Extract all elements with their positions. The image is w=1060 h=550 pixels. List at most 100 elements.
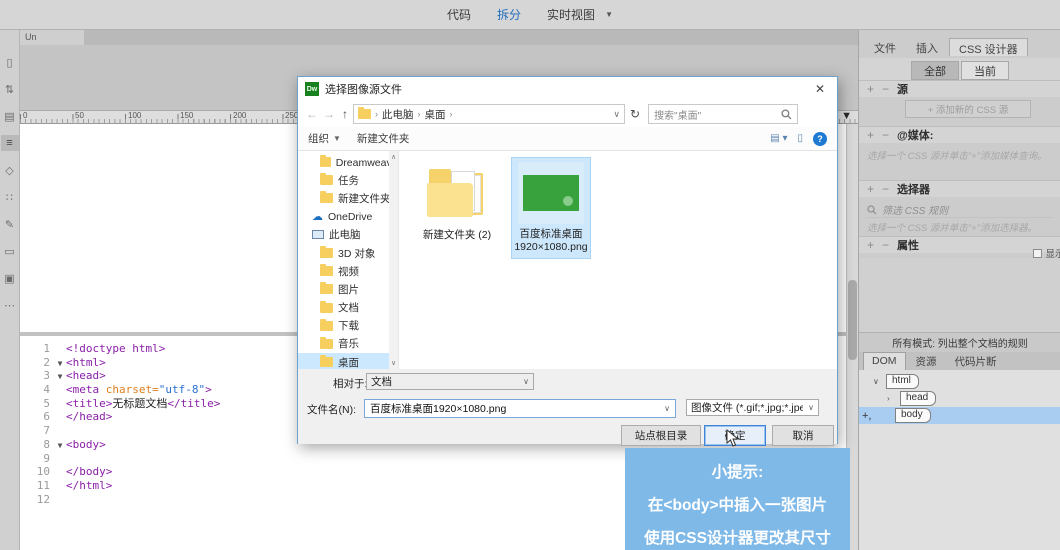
comment-icon[interactable]: ▭: [1, 243, 19, 259]
sidebar-item-documents[interactable]: 文档: [298, 299, 398, 317]
view-options-icon[interactable]: ▤ ▾: [770, 133, 787, 144]
sidebar-item-desktop[interactable]: 桌面: [298, 353, 398, 369]
collapse-icon[interactable]: ›: [887, 394, 895, 403]
file-list-area[interactable]: 新建文件夹 (2) 百度标准桌面 1920×1080.png: [399, 151, 837, 369]
add-css-source-button[interactable]: + 添加新的 CSS 源: [905, 100, 1031, 118]
dom-node-head[interactable]: › head: [859, 390, 1060, 407]
breadcrumb-this-pc[interactable]: 此电脑: [382, 107, 414, 122]
add-media-query-icon[interactable]: ▼: [841, 110, 852, 122]
widget-icon[interactable]: ▣: [1, 270, 19, 286]
breadcrumb[interactable]: › 此电脑 › 桌面 › ∨: [353, 104, 625, 124]
breadcrumb-separator: ›: [450, 109, 453, 119]
site-root-button[interactable]: 站点根目录: [621, 425, 701, 446]
code-view-button[interactable]: 代码: [447, 6, 471, 23]
filename-input[interactable]: 百度标准桌面1920×1080.png ∨: [364, 399, 676, 418]
remove-selector-icon[interactable]: −: [882, 182, 891, 196]
body-tag-pill[interactable]: body: [895, 408, 931, 423]
up-icon[interactable]: ↑: [342, 107, 348, 121]
tip-title: 小提示:: [712, 460, 764, 482]
documents-icon: [320, 303, 333, 313]
add-media-icon[interactable]: +: [867, 128, 876, 142]
tab-files[interactable]: 文件: [865, 38, 905, 56]
back-icon[interactable]: ←: [306, 107, 318, 121]
tab-dom[interactable]: DOM: [863, 352, 906, 370]
collapse-arrow-icon[interactable]: ▼: [54, 439, 66, 453]
expand-icon[interactable]: ∨: [873, 377, 881, 386]
live-view-dropdown-icon[interactable]: ▼: [605, 10, 613, 19]
remove-media-icon[interactable]: −: [882, 128, 891, 142]
sidebar-item-dreamweaver[interactable]: Dreamweaver库: [298, 153, 398, 171]
collapse-arrow-icon[interactable]: ▼: [54, 357, 66, 371]
tab-assets[interactable]: 资源: [908, 352, 945, 370]
add-element-icon[interactable]: +,: [862, 410, 871, 422]
file-tile-image-selected[interactable]: 百度标准桌面 1920×1080.png: [511, 157, 591, 259]
cancel-button[interactable]: 取消: [772, 425, 834, 446]
add-property-icon[interactable]: +: [867, 238, 876, 252]
pictures-icon: [320, 284, 333, 294]
breadcrumb-desktop[interactable]: 桌面: [425, 107, 446, 122]
format-source-icon[interactable]: ≡: [1, 135, 19, 151]
ruler-tick: 150: [180, 111, 193, 120]
collapse-arrow-icon[interactable]: ▼: [54, 370, 66, 384]
preview-pane-icon[interactable]: ▯: [797, 133, 803, 144]
edit-icon[interactable]: ✎: [1, 216, 19, 232]
checkbox-icon[interactable]: [1033, 249, 1042, 258]
new-document-icon[interactable]: ▯: [1, 54, 19, 70]
refresh-icon[interactable]: ↻: [630, 107, 640, 121]
sidebar-item-tasks[interactable]: 任务: [298, 171, 398, 189]
live-view-button[interactable]: 实时视图: [547, 6, 595, 23]
more-tools-icon[interactable]: ⋯: [1, 297, 19, 313]
tab-css-designer[interactable]: CSS 设计器: [949, 38, 1028, 56]
mode-current-button[interactable]: 当前: [961, 61, 1009, 80]
scrollbar-thumb[interactable]: [848, 280, 857, 360]
sidebar-scrollbar[interactable]: ∧ ∨: [389, 151, 398, 369]
organize-button[interactable]: 组织: [308, 131, 329, 146]
sidebar-item-this-pc[interactable]: 此电脑: [298, 226, 398, 244]
html-tag-pill[interactable]: html: [886, 374, 919, 389]
properties-label: 属性: [897, 237, 919, 253]
dialog-command-bar: 组织 ▼ 新建文件夹 ▤ ▾ ▯ ?: [298, 127, 837, 151]
split-view-button[interactable]: 拆分: [497, 6, 521, 23]
scroll-up-icon[interactable]: ∧: [391, 153, 396, 161]
folder-icon: [320, 175, 333, 185]
relative-to-select[interactable]: 文档 ∨: [366, 373, 534, 390]
sidebar-item-music[interactable]: 音乐: [298, 335, 398, 353]
mode-all-button[interactable]: 全部: [911, 61, 959, 80]
media-queries-icon[interactable]: ▤: [1, 108, 19, 124]
tab-insert[interactable]: 插入: [907, 38, 947, 56]
remove-property-icon[interactable]: −: [882, 238, 891, 252]
add-selector-icon[interactable]: +: [867, 182, 876, 196]
sidebar-item-new-folder[interactable]: 新建文件夹: [298, 189, 398, 207]
left-tool-strip: ▯ ⇅ ▤ ≡ ◇ ∷ ✎ ▭ ▣ ⋯: [0, 30, 20, 550]
ruler-tick: 200: [233, 111, 246, 120]
forward-icon[interactable]: →: [323, 107, 335, 121]
tab-snippets[interactable]: 代码片断: [947, 352, 1005, 370]
sidebar-item-3d-objects[interactable]: 3D 对象: [298, 244, 398, 262]
dialog-title-bar[interactable]: Dw 选择图像源文件 ✕: [298, 77, 837, 101]
dom-node-html[interactable]: ∨ html: [859, 373, 1060, 390]
close-icon[interactable]: ✕: [803, 78, 837, 100]
dom-node-body[interactable]: +, body: [859, 407, 1060, 424]
address-dropdown-icon[interactable]: ∨: [613, 109, 620, 120]
search-input[interactable]: 搜索"桌面": [648, 104, 798, 124]
remove-source-icon[interactable]: −: [882, 82, 891, 96]
sidebar-item-pictures[interactable]: 图片: [298, 280, 398, 298]
sort-icon[interactable]: ⇅: [1, 81, 19, 97]
scroll-down-icon[interactable]: ∨: [391, 359, 396, 367]
css-designer-status: 所有模式: 列出整个文档的规则: [859, 332, 1060, 352]
guides-icon[interactable]: ∷: [1, 189, 19, 205]
sidebar-item-onedrive[interactable]: ☁OneDrive: [298, 208, 398, 226]
help-icon[interactable]: ?: [813, 132, 827, 146]
organize-dropdown-icon[interactable]: ▼: [333, 134, 341, 143]
document-tab[interactable]: Un: [20, 30, 84, 45]
head-tag-pill[interactable]: head: [900, 391, 936, 406]
sidebar-item-videos[interactable]: 视频: [298, 262, 398, 280]
css-rule-filter-input[interactable]: 筛选 CSS 规则: [867, 202, 1053, 218]
add-source-icon[interactable]: +: [867, 82, 876, 96]
new-folder-button[interactable]: 新建文件夹: [357, 131, 410, 146]
media-label: @媒体:: [897, 127, 933, 143]
sidebar-item-downloads[interactable]: 下载: [298, 317, 398, 335]
fluid-grid-icon[interactable]: ◇: [1, 162, 19, 178]
filetype-select[interactable]: 图像文件 (*.gif;*.jpg;*.jpeg;*.p ∨: [686, 399, 819, 416]
file-tile-folder[interactable]: 新建文件夹 (2): [413, 157, 501, 242]
